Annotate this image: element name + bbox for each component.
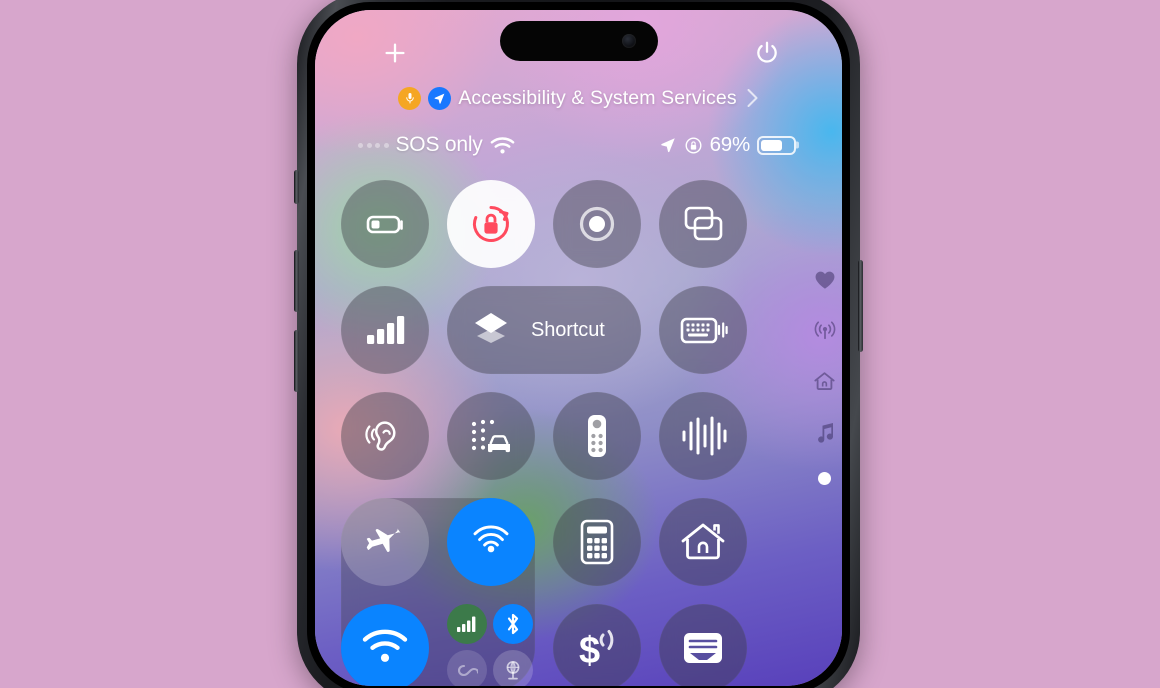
dollar-contactless-icon: $ bbox=[579, 630, 614, 672]
wifi-tile[interactable] bbox=[341, 604, 429, 686]
control-center-grid: Shortcut $ bbox=[341, 180, 816, 686]
wifi-icon bbox=[490, 136, 515, 155]
record-dot-icon bbox=[579, 206, 615, 242]
battery-icon bbox=[757, 135, 799, 155]
tv-remote-icon bbox=[588, 415, 606, 457]
status-bar-left: SOS only bbox=[358, 133, 515, 157]
keyboard-speech-icon bbox=[680, 317, 728, 344]
calculator-tile[interactable] bbox=[553, 498, 641, 586]
wallet-card-icon bbox=[684, 633, 722, 663]
calculator-icon bbox=[580, 519, 614, 565]
control-row-1 bbox=[341, 180, 816, 268]
apple-tv-remote-tile[interactable] bbox=[553, 392, 641, 480]
connectivity-module bbox=[341, 498, 535, 686]
shortcut-tile[interactable]: Shortcut bbox=[447, 286, 641, 374]
hotspot-link-icon bbox=[457, 664, 478, 677]
airplane-icon bbox=[366, 528, 401, 553]
chevron-right-icon bbox=[746, 88, 759, 108]
page-current-dot-icon[interactable] bbox=[818, 472, 831, 485]
rotation-lock-tile[interactable] bbox=[447, 180, 535, 268]
bluetooth-tile[interactable] bbox=[493, 604, 533, 644]
status-bar-right: 69% bbox=[659, 133, 799, 157]
satellite-globe-icon bbox=[506, 660, 520, 680]
location-arrow-icon bbox=[659, 136, 677, 154]
power-button[interactable] bbox=[752, 38, 782, 68]
bluetooth-icon bbox=[507, 613, 519, 635]
location-in-use-badge bbox=[428, 86, 452, 110]
plus-icon bbox=[385, 43, 405, 63]
volume-up-button[interactable] bbox=[294, 250, 299, 312]
text-size-tile[interactable] bbox=[341, 286, 429, 374]
battery-low-icon bbox=[366, 215, 403, 234]
page-home-house-icon[interactable] bbox=[813, 370, 836, 392]
power-icon bbox=[757, 41, 777, 63]
sound-recognition-tile[interactable] bbox=[659, 392, 747, 480]
vehicle-motion-cues-tile[interactable] bbox=[447, 392, 535, 480]
control-row-5-right: $ bbox=[553, 604, 747, 686]
connectivity-quad-grid bbox=[447, 604, 533, 686]
home-house-icon bbox=[681, 523, 725, 560]
live-speech-tile[interactable] bbox=[659, 286, 747, 374]
sound-waveform-icon bbox=[682, 416, 727, 456]
shortcuts-icon bbox=[475, 313, 507, 343]
control-row-2: Shortcut bbox=[341, 286, 816, 374]
wallet-tile[interactable] bbox=[659, 604, 747, 686]
dynamic-island bbox=[499, 21, 658, 61]
status-bar: SOS only 69% bbox=[315, 128, 842, 162]
tap-to-pay-tile[interactable]: $ bbox=[553, 604, 641, 686]
page-favorites-heart-icon[interactable] bbox=[814, 270, 836, 290]
side-power-button[interactable] bbox=[858, 260, 863, 352]
volume-down-button[interactable] bbox=[294, 330, 299, 392]
car-motion-cues-icon bbox=[471, 419, 510, 453]
right-control-column: $ bbox=[553, 498, 747, 686]
control-row-4: $ bbox=[341, 498, 816, 686]
personal-hotspot-tile[interactable] bbox=[447, 650, 487, 686]
ear-hearing-icon bbox=[365, 421, 396, 451]
airplane-mode-tile[interactable] bbox=[341, 498, 429, 586]
satellite-tile[interactable] bbox=[493, 650, 533, 686]
cellular-signal-dots bbox=[358, 142, 389, 148]
home-tile[interactable] bbox=[659, 498, 747, 586]
shortcut-label: Shortcut bbox=[531, 318, 605, 341]
microphone-icon bbox=[406, 93, 414, 104]
control-row-3 bbox=[341, 392, 816, 480]
screen-mirroring-icon bbox=[684, 206, 723, 241]
cellular-bars-icon bbox=[457, 616, 476, 632]
control-center-page-rail bbox=[813, 270, 836, 485]
add-control-button[interactable] bbox=[380, 38, 410, 68]
page-connectivity-broadcast-icon[interactable] bbox=[814, 319, 836, 341]
text-size-bars-icon bbox=[367, 316, 405, 344]
carrier-label: SOS only bbox=[395, 133, 483, 156]
front-camera-icon bbox=[621, 34, 636, 48]
hearing-tile[interactable] bbox=[341, 392, 429, 480]
control-group-header[interactable]: Accessibility & System Services bbox=[315, 80, 842, 116]
control-group-title: Accessibility & System Services bbox=[458, 86, 737, 109]
rotation-lock-icon bbox=[472, 206, 509, 242]
page-media-music-note-icon[interactable] bbox=[815, 421, 835, 443]
airdrop-icon bbox=[473, 525, 509, 553]
airdrop-tile[interactable] bbox=[447, 498, 535, 586]
location-arrow-icon bbox=[434, 93, 445, 104]
battery-percent-label: 69% bbox=[709, 133, 751, 156]
low-power-mode-tile[interactable] bbox=[341, 180, 429, 268]
microphone-in-use-badge bbox=[398, 86, 422, 110]
wifi-icon bbox=[362, 629, 408, 662]
phone-screen: Accessibility & System Services SOS only bbox=[315, 10, 842, 686]
screen-mirroring-tile[interactable] bbox=[659, 180, 747, 268]
rotation-lock-icon bbox=[684, 136, 703, 155]
action-button[interactable] bbox=[294, 170, 299, 204]
phone-frame: Accessibility & System Services SOS only bbox=[294, 0, 863, 688]
svg-text:$: $ bbox=[579, 630, 600, 672]
cellular-data-tile[interactable] bbox=[447, 604, 487, 644]
control-row-4-right bbox=[553, 498, 747, 586]
screen-recording-tile[interactable] bbox=[553, 180, 641, 268]
